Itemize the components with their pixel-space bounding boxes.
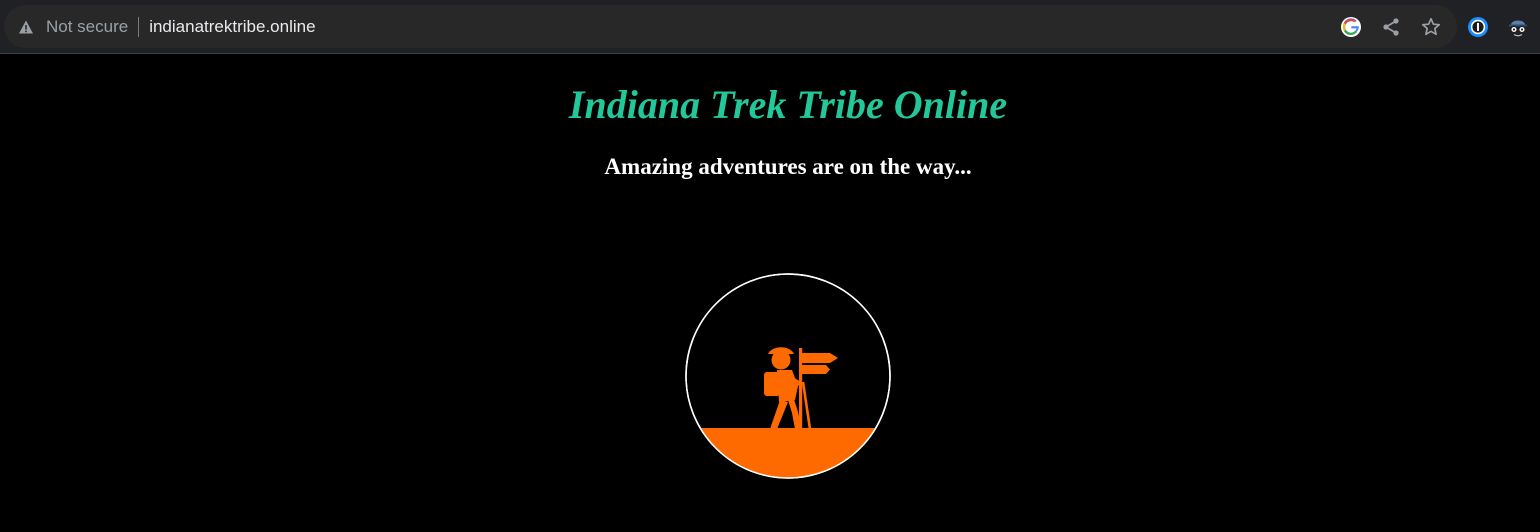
url-text[interactable]: indianatrektribe.online <box>149 17 315 37</box>
extensions-area <box>1450 5 1540 48</box>
google-icon[interactable] <box>1339 15 1363 39</box>
page-content: Indiana Trek Tribe Online Amazing advent… <box>0 54 1540 532</box>
warning-triangle-icon[interactable] <box>17 18 35 36</box>
omnibox-actions <box>1339 5 1443 48</box>
onepassword-icon[interactable] <box>1466 15 1490 39</box>
site-tagline: Amazing adventures are on the way... <box>604 154 972 179</box>
security-status-label[interactable]: Not secure <box>46 17 128 37</box>
spy-glasses-icon[interactable] <box>1506 15 1530 39</box>
hiker-signpost-logo <box>684 272 892 480</box>
address-bar[interactable]: Not secure indianatrektribe.online <box>4 5 1457 48</box>
browser-toolbar: Not secure indianatrektribe.online <box>0 0 1540 54</box>
divider <box>138 16 140 37</box>
share-icon[interactable] <box>1379 15 1403 39</box>
site-title: Indiana Trek Tribe Online <box>568 82 1008 127</box>
star-icon[interactable] <box>1419 15 1443 39</box>
